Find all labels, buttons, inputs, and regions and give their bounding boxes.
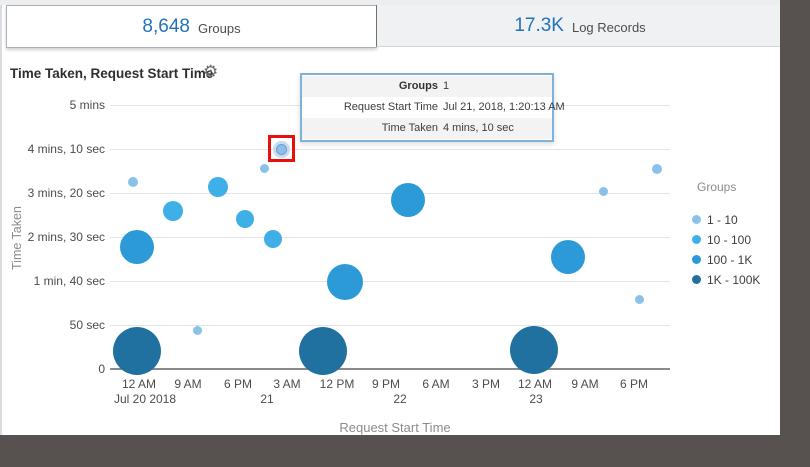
bubble[interactable] (163, 201, 183, 221)
x-date-label: Jul 20 2018 (113, 392, 177, 406)
y-tick-label: 5 mins (69, 98, 105, 112)
datapoint-tooltip: Groups 1 Request Start Time Jul 21, 2018… (300, 73, 565, 142)
bubble[interactable] (264, 230, 282, 248)
tooltip-title-row: Groups 1 (302, 76, 552, 97)
bubble[interactable] (652, 164, 662, 174)
legend-swatch (692, 255, 701, 264)
legend-swatch (692, 275, 701, 284)
tooltip-row-label: Request Start Time (343, 101, 438, 113)
bubble[interactable] (236, 210, 254, 228)
bubble[interactable] (391, 183, 425, 217)
gridline (110, 281, 670, 282)
bubble[interactable] (113, 327, 161, 375)
bubble[interactable] (208, 177, 228, 197)
legend-title: Groups (697, 180, 737, 194)
bottom-chrome-bar (0, 435, 810, 467)
x-axis-line (110, 368, 670, 370)
tooltip-row-label: Time Taken (381, 122, 438, 134)
bubble[interactable] (510, 326, 558, 374)
bubble[interactable] (327, 264, 363, 300)
tooltip-series-value: 1 (443, 80, 450, 92)
gridline (110, 193, 670, 194)
app-window: 8,648 Groups 17.3K Log Records Time Take… (0, 0, 810, 467)
bubble[interactable] (128, 177, 138, 187)
gridline (110, 149, 670, 150)
bubble[interactable] (259, 163, 269, 173)
right-chrome-panel (780, 0, 810, 467)
y-tick-label: 4 mins, 10 sec (27, 142, 105, 156)
x-tick-label: 6 PM (619, 377, 648, 391)
bubble[interactable] (192, 325, 202, 335)
bubble[interactable] (299, 327, 347, 375)
bubble[interactable] (551, 240, 585, 274)
tooltip-row: Request Start Time Jul 21, 2018, 1:20:13… (302, 97, 565, 118)
x-date-label: 21 (260, 392, 274, 406)
gridline (110, 237, 670, 238)
y-tick-label: 0 (98, 362, 105, 376)
plot-area: 5 mins 4 mins, 10 sec 3 mins, 20 sec 2 mins… (0, 0, 810, 467)
y-axis-title: Time Taken (10, 206, 24, 270)
x-axis-title: Request Start Time (339, 420, 451, 435)
tooltip-row-value: 4 mins, 10 sec (443, 122, 514, 134)
legend-swatch (692, 235, 701, 244)
tooltip-row: Time Taken 4 mins, 10 sec (302, 118, 552, 139)
bubble[interactable] (120, 230, 154, 264)
legend-swatch (692, 215, 701, 224)
y-tick-label: 50 sec (69, 318, 105, 332)
tooltip-series-label: Groups (398, 80, 438, 92)
selection-highlight-box (268, 135, 295, 162)
x-date-label: 22 (393, 392, 407, 406)
tooltip-row-value: Jul 21, 2018, 1:20:13 AM (443, 101, 565, 113)
bubble[interactable] (634, 294, 644, 304)
x-date-label: 23 (529, 392, 543, 406)
bubble[interactable] (598, 186, 608, 196)
